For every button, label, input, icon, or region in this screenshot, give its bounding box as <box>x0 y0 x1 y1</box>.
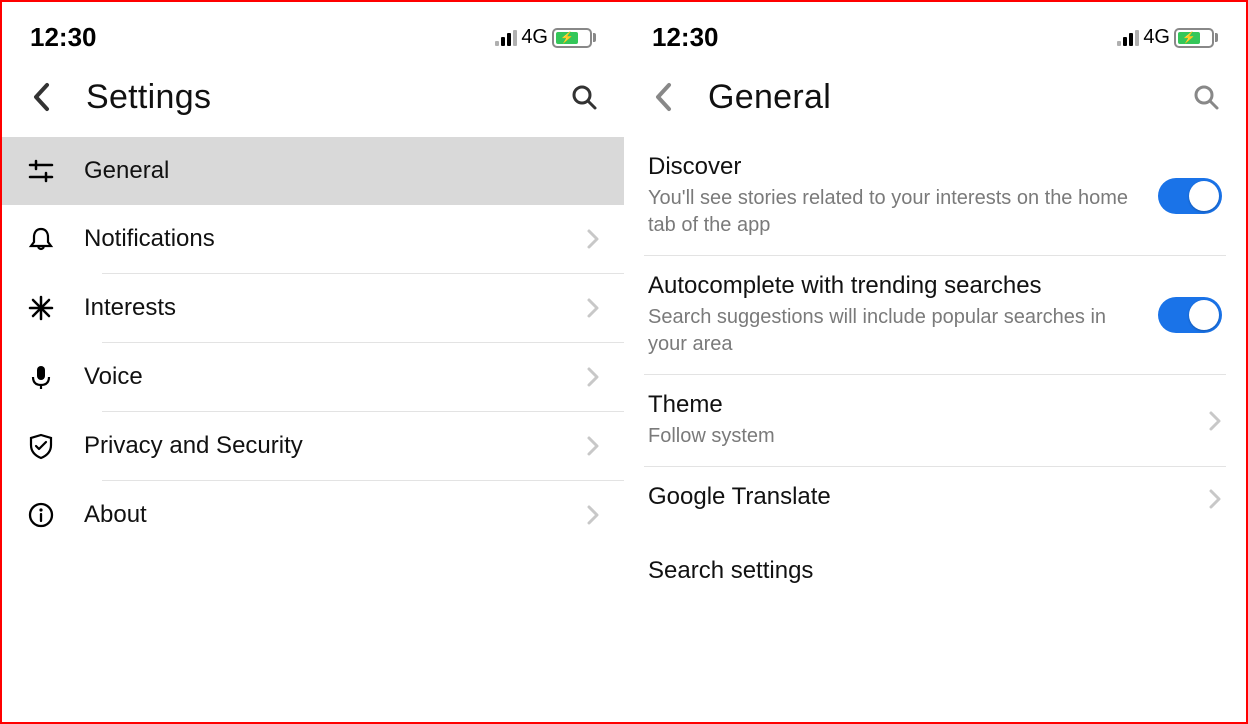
settings-item-voice[interactable]: Voice <box>2 343 624 411</box>
status-right: 4G ⚡ <box>1117 26 1218 49</box>
settings-item-general[interactable]: General <box>2 137 624 205</box>
chevron-right-icon <box>586 435 600 457</box>
chevron-left-icon <box>32 82 52 112</box>
settings-item-label: Privacy and Security <box>84 432 558 460</box>
page-title: Settings <box>86 78 540 117</box>
screen-settings: 12:30 4G ⚡ Settings Gen <box>2 2 624 722</box>
search-icon <box>570 83 598 111</box>
sliders-icon <box>26 157 56 185</box>
status-time: 12:30 <box>652 22 719 53</box>
settings-item-label: General <box>84 157 600 185</box>
chevron-right-icon <box>586 504 600 526</box>
back-button[interactable] <box>22 77 62 117</box>
settings-item-notifications[interactable]: Notifications <box>2 205 624 273</box>
item-title: Discover <box>648 153 1138 181</box>
header: Settings <box>2 61 624 137</box>
settings-item-privacy[interactable]: Privacy and Security <box>2 412 624 480</box>
item-subtitle: You'll see stories related to your inter… <box>648 185 1138 239</box>
search-button[interactable] <box>1186 77 1226 117</box>
back-button[interactable] <box>644 77 684 117</box>
status-right: 4G ⚡ <box>495 26 596 49</box>
info-icon <box>26 501 56 529</box>
search-icon <box>1192 83 1220 111</box>
item-title: Google Translate <box>648 483 1188 511</box>
status-time: 12:30 <box>30 22 97 53</box>
chevron-left-icon <box>654 82 674 112</box>
chevron-right-icon <box>586 297 600 319</box>
status-bar: 12:30 4G ⚡ <box>624 12 1246 61</box>
dual-screenshot-frame: 12:30 4G ⚡ Settings Gen <box>0 0 1248 724</box>
settings-item-about[interactable]: About <box>2 481 624 549</box>
asterisk-icon <box>26 294 56 322</box>
autocomplete-toggle[interactable] <box>1158 297 1222 333</box>
item-subtitle: Search suggestions will include popular … <box>648 304 1138 358</box>
chevron-right-icon <box>1208 488 1222 510</box>
shield-check-icon <box>26 432 56 460</box>
mic-icon <box>26 363 56 391</box>
status-bar: 12:30 4G ⚡ <box>2 12 624 61</box>
signal-icon <box>1117 30 1139 46</box>
screen-general: 12:30 4G ⚡ General Discover Yo <box>624 2 1246 722</box>
network-label: 4G <box>521 26 548 49</box>
battery-icon: ⚡ <box>552 28 596 48</box>
item-title: Autocomplete with trending searches <box>648 272 1138 300</box>
general-item-translate[interactable]: Google Translate <box>624 467 1246 531</box>
bell-icon <box>26 225 56 253</box>
settings-item-label: Interests <box>84 294 558 322</box>
settings-item-interests[interactable]: Interests <box>2 274 624 342</box>
settings-item-label: Notifications <box>84 225 558 253</box>
discover-toggle[interactable] <box>1158 178 1222 214</box>
settings-item-label: About <box>84 501 558 529</box>
page-title: General <box>708 78 1162 117</box>
chevron-right-icon <box>586 228 600 250</box>
chevron-right-icon <box>586 366 600 388</box>
item-title: Theme <box>648 391 1188 419</box>
chevron-right-icon <box>1208 410 1222 432</box>
item-title: Search settings <box>648 557 1222 585</box>
general-item-discover[interactable]: Discover You'll see stories related to y… <box>624 137 1246 255</box>
general-list: Discover You'll see stories related to y… <box>624 137 1246 615</box>
signal-icon <box>495 30 517 46</box>
header: General <box>624 61 1246 137</box>
general-item-autocomplete[interactable]: Autocomplete with trending searches Sear… <box>624 256 1246 374</box>
search-button[interactable] <box>564 77 604 117</box>
settings-item-label: Voice <box>84 363 558 391</box>
item-subtitle: Follow system <box>648 423 1188 450</box>
general-item-search-settings[interactable]: Search settings <box>624 531 1246 615</box>
network-label: 4G <box>1143 26 1170 49</box>
settings-list: General Notifications Interests <box>2 137 624 549</box>
general-item-theme[interactable]: Theme Follow system <box>624 375 1246 466</box>
battery-icon: ⚡ <box>1174 28 1218 48</box>
